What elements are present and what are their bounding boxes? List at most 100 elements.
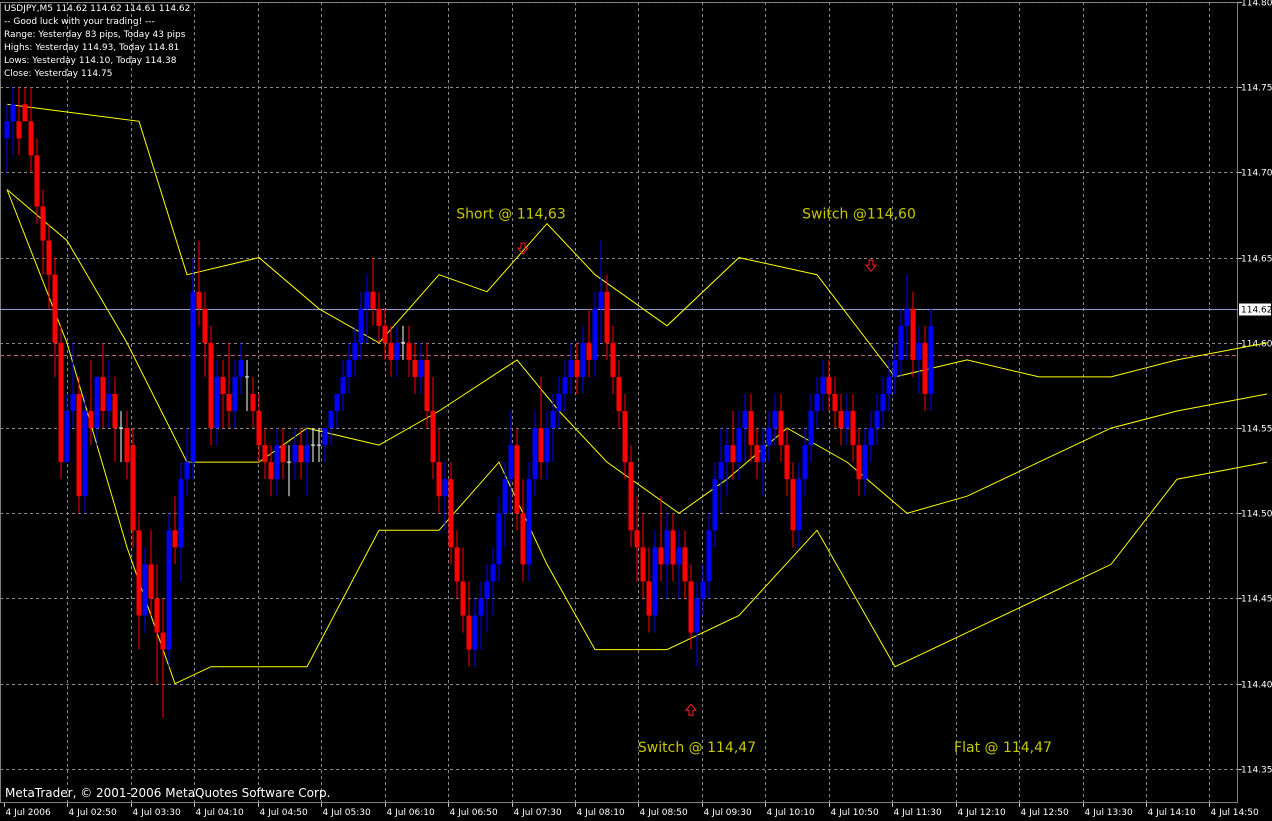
candle-body: [340, 376, 346, 394]
candle-body: [76, 393, 82, 497]
candle-body: [220, 376, 226, 394]
trade-annotation: Switch @ 114,47: [638, 740, 756, 756]
candle-body: [412, 359, 418, 377]
candle-body: [94, 376, 100, 429]
info-overlay: USDJPY,M5 114.62 114.62 114.61 114.62 --…: [4, 3, 190, 81]
candle-body: [922, 342, 928, 394]
candle-body: [364, 291, 370, 309]
time-axis-label: 4 Jul 04:10: [196, 808, 245, 817]
candle-body: [436, 462, 442, 497]
candle-body: [772, 411, 778, 429]
candle-body: [298, 445, 304, 463]
candle-body: [448, 479, 454, 548]
copyright-text: MetaTrader, © 2001-2006 MetaQuotes Softw…: [5, 786, 331, 800]
info-line: Close: Yesterday 114.75: [4, 69, 113, 79]
chart-window[interactable]: 114.80 114.75 114.70 114.65 114.60 114.55 114.…: [0, 0, 1272, 818]
candle-body: [106, 393, 112, 412]
candle-body: [34, 155, 40, 207]
candle-body: [844, 411, 850, 429]
candle-body: [868, 428, 874, 446]
candle-body: [478, 598, 484, 616]
time-axis-label: 4 Jul 02:50: [69, 808, 118, 817]
buy-arrow-icon: [684, 703, 698, 716]
price-chart[interactable]: 114.80114.75114.70114.65114.60114.55114.…: [0, 0, 1272, 818]
time-axis-label: 4 Jul 14:10: [1148, 808, 1197, 817]
candle-body: [910, 308, 916, 360]
candle-body: [58, 342, 64, 463]
candle-body: [826, 376, 832, 394]
candle-body: [778, 411, 784, 446]
candle-body: [886, 376, 892, 394]
candle-body: [556, 393, 562, 412]
candle-body: [790, 479, 796, 531]
time-axis-label: 4 Jul 12:10: [958, 808, 1007, 817]
candle-body: [820, 376, 826, 394]
candle-body: [814, 393, 820, 412]
trade-annotation: Short @ 114,63: [456, 206, 565, 222]
candle-body: [460, 581, 466, 616]
candle-body: [580, 342, 586, 377]
candle-body: [568, 359, 574, 377]
candle-body: [322, 428, 328, 446]
candle-body: [832, 393, 838, 412]
candle-body: [892, 359, 898, 377]
candle-body: [484, 581, 490, 599]
candle-body: [784, 445, 790, 480]
envelope-lower-line: [6, 189, 1268, 685]
candle-body: [604, 291, 610, 343]
candle-body: [526, 479, 532, 565]
envelope-middle-line: [6, 189, 1268, 514]
candle-body: [256, 411, 262, 446]
time-axis-label: 4 Jul 10:10: [767, 808, 816, 817]
candle-body: [424, 359, 430, 412]
candle-body: [418, 359, 424, 377]
candle-body: [760, 445, 766, 463]
candle-body: [646, 581, 652, 616]
price-axis-label: 114.65: [1241, 255, 1272, 265]
candle-body: [838, 411, 844, 429]
candle-body: [250, 393, 256, 412]
candle-body: [184, 462, 190, 480]
candle-body: [214, 376, 220, 429]
time-axis-label: 4 Jul 06:50: [450, 808, 499, 817]
candle-body: [388, 342, 394, 360]
info-line: Highs: Yesterday 114.93, Today 114.81: [4, 43, 180, 53]
candle-body: [652, 547, 658, 616]
candle-body: [334, 393, 340, 412]
candle-body: [358, 308, 364, 343]
candle-body: [850, 411, 856, 446]
candle-body: [202, 308, 208, 343]
candle-body: [22, 104, 28, 122]
time-axis-label: 4 Jul 12:50: [1021, 808, 1070, 817]
candle-body: [550, 411, 556, 429]
candle-body: [634, 530, 640, 548]
info-line: Lows: Yesterday 114.10, Today 114.38: [4, 56, 177, 66]
candle-body: [574, 359, 580, 377]
candle-body: [100, 376, 106, 412]
candle-body: [130, 445, 136, 531]
price-axis-label: 114.35: [1241, 766, 1272, 776]
candle-body: [688, 581, 694, 633]
price-axis-label: 114.50: [1241, 510, 1272, 520]
candle-body: [190, 291, 196, 463]
candle-body: [592, 308, 598, 360]
candle-body: [670, 530, 676, 565]
time-axis-label: 4 Jul 07:30: [514, 808, 563, 817]
envelope-upper-line: [6, 103, 1268, 378]
time-axis-label: 4 Jul 03:30: [133, 808, 182, 817]
candle-body: [928, 325, 934, 394]
candle-body: [490, 564, 496, 582]
candle-body: [682, 547, 688, 582]
candle-body: [376, 308, 382, 326]
candle-body: [700, 581, 706, 599]
price-axis-label: 114.70: [1241, 169, 1272, 179]
candle-body: [856, 445, 862, 480]
candle-body: [394, 342, 400, 360]
candle-body: [262, 445, 268, 463]
candle-body: [454, 547, 460, 582]
candle-body: [292, 445, 298, 463]
candle-body: [64, 411, 70, 463]
candle-body: [160, 632, 166, 650]
candle-body: [628, 462, 634, 531]
candle-body: [748, 411, 754, 446]
